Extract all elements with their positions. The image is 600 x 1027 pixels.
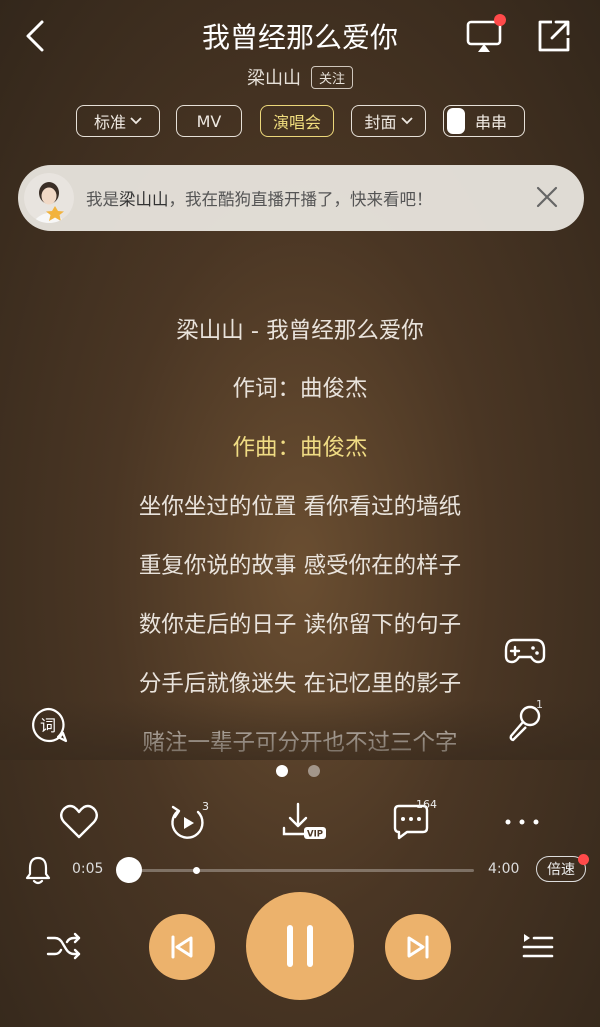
toggle-knob <box>447 108 465 134</box>
download-icon: VIP <box>282 802 326 840</box>
buffer-marker <box>193 867 200 874</box>
banner-close-button[interactable] <box>534 184 560 210</box>
sleep-timer-button[interactable] <box>24 855 52 885</box>
playlist-icon <box>522 934 554 958</box>
progress-track[interactable] <box>122 869 474 872</box>
karaoke-count: 1 <box>536 698 543 711</box>
more-button[interactable] <box>500 800 544 844</box>
game-button[interactable] <box>504 632 546 668</box>
banner-text: 我是梁山山，我在酷狗直播开播了，快来看吧！ <box>86 186 433 210</box>
mv-label: MV <box>196 111 222 131</box>
song-title: 我曾经那么爱你 <box>201 21 398 54</box>
current-time: 0:05 <box>72 861 104 877</box>
total-time: 4:00 <box>488 861 520 877</box>
lyric-line: 重复你说的故事 感受你在的样子 <box>138 553 462 579</box>
banner-streamer-name: 梁山山 <box>119 190 169 209</box>
lyrics-mode-button[interactable]: 词 <box>30 706 68 744</box>
banner-suffix: ，我在酷狗直播开播了，快来看吧！ <box>168 190 433 209</box>
gamepad-icon <box>504 638 546 664</box>
quality-label: 标准 <box>93 113 126 132</box>
previous-button[interactable] <box>149 914 215 980</box>
playlist-button[interactable] <box>518 928 556 964</box>
comment-count: 164 <box>416 798 437 811</box>
page-dot[interactable] <box>276 765 288 777</box>
concert-button[interactable]: 演唱会 <box>260 105 334 137</box>
artist-name[interactable]: 梁山山 <box>247 64 301 90</box>
lyric-line: 作词：曲俊杰 <box>232 376 368 402</box>
skip-previous-icon <box>171 935 193 959</box>
share-button[interactable] <box>532 14 576 58</box>
pause-icon <box>287 925 313 967</box>
close-icon <box>536 186 558 208</box>
mv-button[interactable]: MV <box>176 105 242 137</box>
heart-icon <box>60 804 98 839</box>
avatar[interactable] <box>24 173 74 223</box>
notification-dot <box>494 14 506 26</box>
favorite-button[interactable] <box>57 800 101 844</box>
notification-dot <box>578 854 589 865</box>
cover-label: 封面 <box>364 113 397 132</box>
share-icon <box>538 20 570 52</box>
download-button[interactable]: VIP <box>280 800 328 844</box>
shuffle-button[interactable] <box>44 928 84 964</box>
cover-dropdown[interactable]: 封面 <box>351 105 426 137</box>
follow-button[interactable]: 关注 <box>310 65 353 89</box>
concert-label: 演唱会 <box>272 113 321 132</box>
avatar-image <box>24 173 74 223</box>
lyric-icon-char: 词 <box>40 716 56 735</box>
back-button[interactable] <box>18 16 54 56</box>
more-icon <box>505 819 539 825</box>
speed-label: 倍速 <box>547 862 575 878</box>
chevron-down-icon <box>400 117 413 125</box>
progress-handle[interactable] <box>116 857 142 883</box>
shuffle-icon <box>46 932 81 960</box>
lyric-line: 坐你坐过的位置 看你看过的墙纸 <box>138 494 462 520</box>
next-button[interactable] <box>385 914 451 980</box>
page-dot[interactable] <box>308 765 320 777</box>
lyric-icon: 词 <box>32 707 68 743</box>
loop-count: 3 <box>202 800 209 813</box>
lyric-line: 分手后就像迷失 在记忆里的影子 <box>138 671 462 697</box>
quality-dropdown[interactable]: 标准 <box>76 105 160 137</box>
download-vip-badge: VIP <box>307 830 323 840</box>
chevron-down-icon <box>130 117 142 125</box>
chuanchuan-toggle[interactable]: 串串 <box>443 105 525 137</box>
chuanchuan-label: 串串 <box>475 113 508 132</box>
banner-prefix: 我是 <box>86 190 119 209</box>
skip-next-icon <box>407 935 429 959</box>
lyric-line: 梁山山 - 我曾经那么爱你 <box>176 318 424 344</box>
chevron-left-icon <box>26 20 44 52</box>
artist-row: 梁山山 关注 <box>0 64 600 90</box>
play-pause-button[interactable] <box>246 892 354 1000</box>
bell-icon <box>25 856 51 885</box>
lyric-line: 作曲：曲俊杰 <box>232 435 368 461</box>
